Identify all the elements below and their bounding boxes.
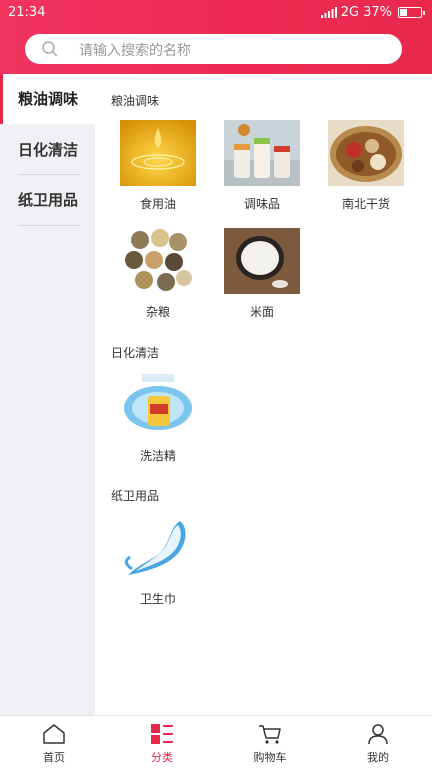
network-type: 2G	[340, 5, 360, 20]
search-placeholder: 请输入搜索的名称	[79, 43, 191, 59]
tab-category[interactable]: 分类	[108, 716, 216, 769]
tab-mine[interactable]: 我的	[324, 716, 432, 769]
header: 21:34 2G 37% 请输入搜索的名称	[0, 0, 432, 74]
category-item-name: 南北干货	[341, 197, 390, 211]
grains-image	[120, 228, 196, 294]
user-icon	[368, 724, 388, 745]
category-content: 粮油调味 食用油 调味品 南北干货 杂粮 米面 日化清洁 洗洁精 纸卫用品 卫生…	[95, 74, 432, 715]
bottom-tab-bar: 首页 分类 购物车 我的	[0, 715, 432, 769]
sanitary-pad-image	[120, 515, 196, 581]
category-item-sanitary-pad[interactable]: 卫生巾	[112, 515, 202, 615]
category-item-name: 调味品	[243, 197, 280, 211]
sidebar-item-label: 日化清洁	[18, 141, 79, 159]
sidebar-item-grain-oil[interactable]: 粮油调味	[0, 74, 95, 124]
seasoning-image	[224, 120, 300, 186]
tab-label: 我的	[367, 751, 389, 764]
category-icon	[151, 724, 173, 744]
status-indicators: 2G 37%	[320, 5, 425, 20]
sidebar-item-label: 纸卫用品	[18, 191, 79, 209]
status-bar: 21:34 2G 37%	[0, 0, 432, 26]
dried-goods-image	[328, 120, 404, 186]
section-title: 纸卫用品	[111, 489, 160, 503]
sidebar-item-label: 粮油调味	[18, 90, 79, 108]
rice-flour-image	[224, 228, 300, 294]
battery-percent: 37%	[363, 5, 392, 20]
category-sidebar: 粮油调味 日化清洁 纸卫用品	[0, 74, 95, 715]
category-item-name: 杂粮	[145, 305, 170, 319]
sidebar-item-daily-cleaning[interactable]: 日化清洁	[0, 125, 95, 175]
tab-label: 分类	[151, 751, 173, 764]
battery-icon	[398, 7, 425, 18]
category-item-name: 食用油	[139, 197, 176, 211]
category-item-dried-goods[interactable]: 南北干货	[320, 120, 410, 220]
section-title: 日化清洁	[111, 346, 160, 360]
home-icon	[43, 724, 65, 744]
search-input[interactable]: 请输入搜索的名称	[25, 34, 402, 64]
tab-label: 购物车	[253, 751, 287, 764]
search-icon	[42, 41, 58, 57]
tab-label: 首页	[43, 751, 65, 764]
sidebar-divider	[18, 225, 80, 226]
category-item-cooking-oil[interactable]: 食用油	[112, 120, 202, 220]
cart-icon	[259, 725, 281, 744]
sidebar-item-paper-hygiene[interactable]: 纸卫用品	[0, 175, 95, 225]
category-item-name: 洗洁精	[139, 449, 176, 463]
section-title: 粮油调味	[111, 94, 160, 108]
category-item-seasoning[interactable]: 调味品	[216, 120, 306, 220]
cooking-oil-image	[120, 120, 196, 186]
category-item-name: 卫生巾	[139, 592, 176, 606]
tab-home[interactable]: 首页	[0, 716, 108, 769]
category-item-name: 米面	[249, 305, 274, 319]
tab-cart[interactable]: 购物车	[216, 716, 324, 769]
category-item-rice-flour[interactable]: 米面	[216, 228, 306, 328]
status-time: 21:34	[8, 5, 46, 20]
category-item-grains[interactable]: 杂粮	[112, 228, 202, 328]
detergent-image	[120, 372, 196, 438]
signal-icon	[320, 7, 337, 18]
category-item-detergent[interactable]: 洗洁精	[112, 372, 202, 472]
